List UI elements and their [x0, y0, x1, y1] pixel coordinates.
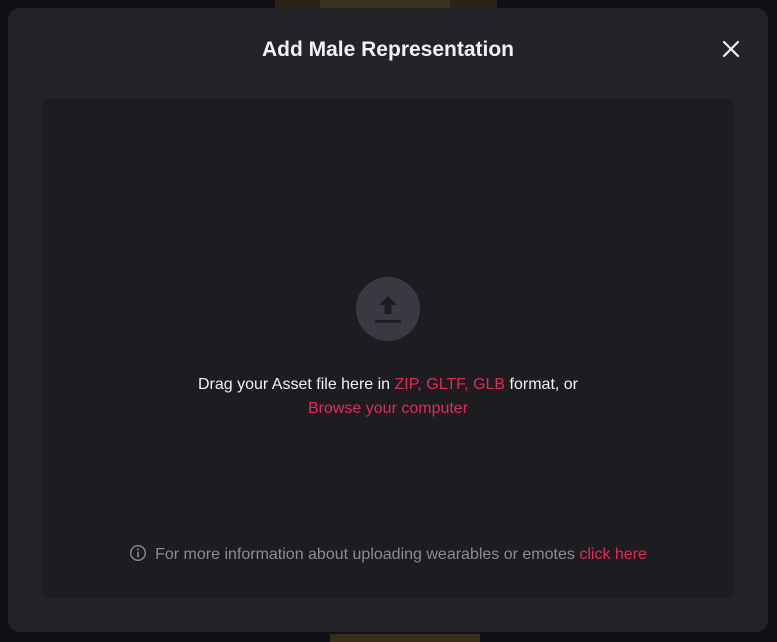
dropzone-instructions: Drag your Asset file here in ZIP, GLTF, …: [41, 373, 735, 421]
info-icon: [130, 544, 147, 562]
add-representation-modal: Add Male Representation Drag your Asset …: [8, 8, 768, 632]
background-content-top: [275, 0, 497, 8]
info-message: For more information about uploading wea…: [41, 544, 735, 566]
background-content-bottom: [330, 634, 480, 642]
upload-icon-circle: [356, 277, 420, 341]
dropzone-text-before: Drag your Asset file here in: [197, 376, 395, 393]
modal-title: Add Male Representation: [261, 38, 515, 61]
dropzone-text-after: format, or: [505, 376, 578, 393]
browse-computer-link[interactable]: Browse your computer: [308, 397, 468, 421]
file-dropzone[interactable]: Drag your Asset file here in ZIP, GLTF, …: [41, 99, 735, 599]
close-button[interactable]: [719, 37, 743, 61]
info-text: For more information about uploading wea…: [155, 546, 580, 563]
close-icon: [722, 40, 740, 58]
upload-icon: [375, 296, 401, 323]
dropzone-formats: ZIP, GLTF, GLB: [394, 376, 506, 393]
info-click-here-link[interactable]: click here: [579, 546, 647, 563]
